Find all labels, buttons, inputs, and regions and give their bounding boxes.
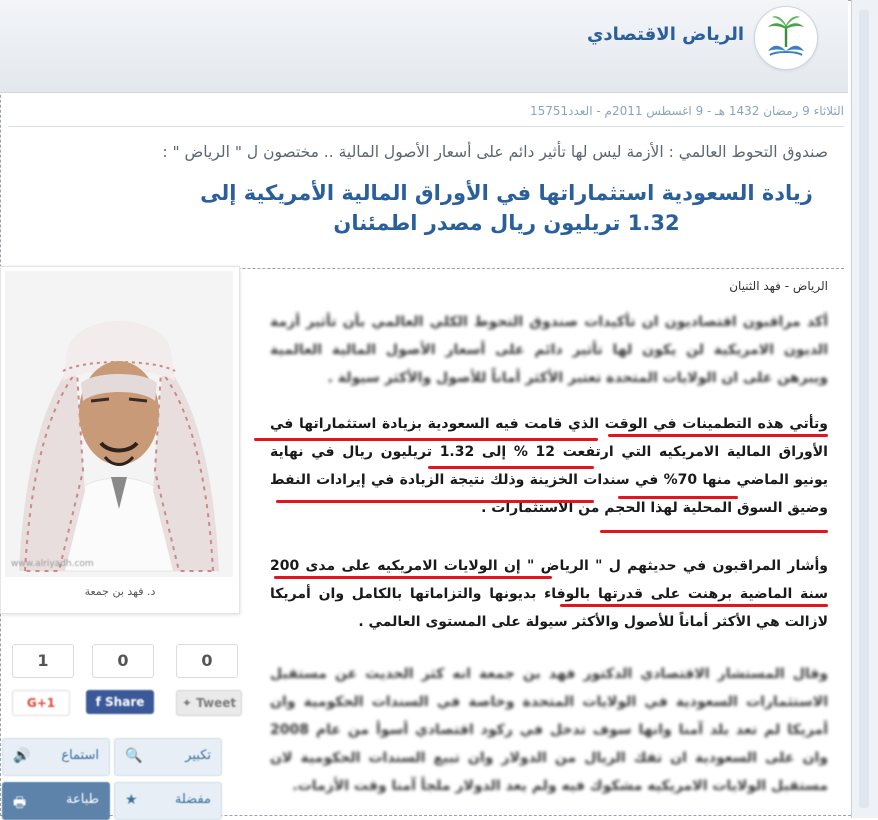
brand-title[interactable]: الرياض الاقتصادي [587, 24, 744, 45]
facebook-icon: f [95, 695, 106, 709]
print-label: طباعة [66, 792, 99, 807]
paragraph-1: أكد مراقبون اقتصاديون ان تأكيدات صندوق ا… [270, 314, 828, 386]
print-button[interactable]: طباعة 🖶 [2, 782, 110, 820]
photo-card: www.alriyadh.com د. فهد بن جمعة [0, 266, 240, 614]
paragraph-4: وقال المستشار الاقتصادي الدكتور فهد بن ج… [270, 666, 828, 794]
highlight-underline [276, 500, 594, 503]
printer-icon: 🖶 [13, 795, 27, 811]
portrait-photo[interactable] [5, 271, 233, 577]
paragraph-3: وأشار المراقبون في حديثهم ل " الرياض " إ… [270, 558, 828, 630]
gplus-count: 1 [12, 644, 74, 678]
article-headline: زيادة السعودية استثماراتها في الأوراق ال… [200, 181, 813, 235]
article-byline: الرياض - فهد الثنيان [729, 279, 828, 293]
article-date: الثلاثاء 9 رمضان 1432 هـ - 9 اغسطس 2011م… [529, 104, 844, 118]
highlight-underline [428, 466, 594, 469]
highlight-underline [560, 604, 828, 607]
gplus-button[interactable]: G+1 [12, 690, 70, 716]
facebook-share-button[interactable]: f Share [86, 690, 154, 714]
facebook-count: 0 [92, 644, 154, 678]
highlight-underline [600, 530, 828, 533]
site-header: الرياض الاقتصادي [0, 0, 848, 93]
listen-button[interactable]: استماع 🔊 [2, 738, 110, 776]
zoom-button[interactable]: تكبير 🔍 [114, 738, 222, 776]
tweet-button[interactable]: ✦ Tweet [176, 690, 242, 716]
photo-watermark-text: www.alriyadh.com [11, 559, 94, 569]
scrollbar-track[interactable] [859, 10, 869, 808]
highlight-underline [608, 434, 828, 437]
twitter-bird-icon: ✦ [181, 696, 197, 710]
highlight-underline [618, 496, 738, 499]
article-supertitle: صندوق التحوط العالمي : الأزمة ليس لها تأ… [162, 143, 828, 161]
twitter-count: 0 [176, 644, 238, 678]
listen-label: استماع [61, 748, 99, 763]
facebook-share-label: Share [105, 695, 145, 709]
magnifier-icon: 🔍 [125, 748, 143, 764]
star-icon: ★ [125, 792, 138, 808]
speaker-icon: 🔊 [13, 748, 31, 764]
tweet-label: Tweet [196, 696, 237, 710]
highlight-underline [274, 576, 552, 579]
brand[interactable]: الرياض الاقتصادي [548, 6, 848, 72]
palm-logo-icon[interactable] [754, 6, 818, 70]
scrollbar[interactable] [851, 0, 878, 818]
favorite-label: مفضلة [174, 792, 211, 807]
divider [8, 126, 844, 127]
highlight-underline [254, 438, 598, 441]
photo-caption: د. فهد بن جمعة [84, 585, 156, 598]
favorite-button[interactable]: مفضلة ★ [114, 782, 222, 820]
zoom-label: تكبير [185, 748, 211, 763]
